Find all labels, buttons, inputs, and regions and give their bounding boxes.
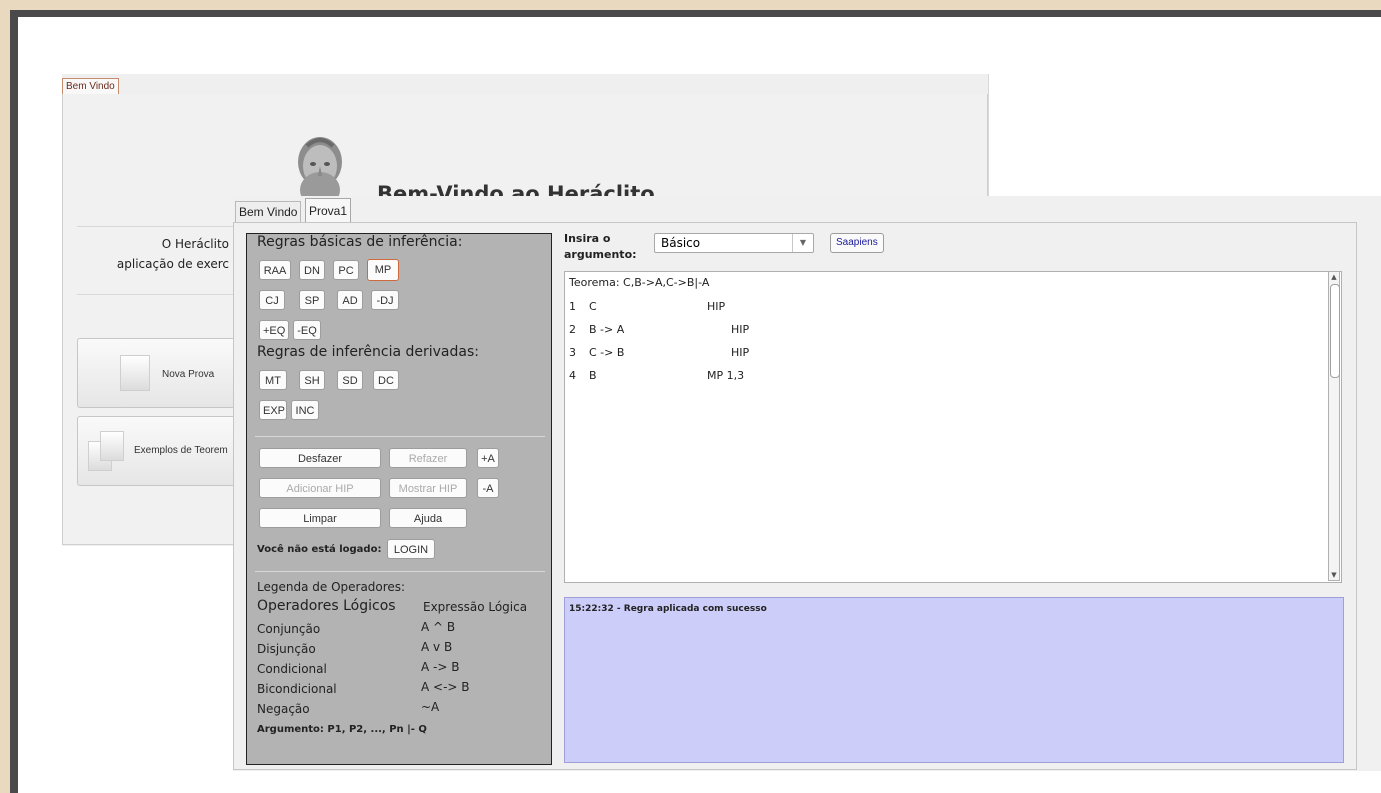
login-status: Você não está logado: bbox=[257, 544, 382, 555]
rule-inc-button[interactable]: INC bbox=[291, 400, 319, 420]
legend-col-expression: Expressão Lógica bbox=[423, 600, 528, 614]
basic-rules-heading: Regras básicas de inferência: bbox=[257, 234, 463, 250]
proof-line-rule: HIP bbox=[731, 346, 750, 359]
frame-top bbox=[0, 0, 1381, 10]
proof-scrollbar[interactable]: ▲ ▼ bbox=[1328, 271, 1340, 581]
legend-title: Legenda de Operadores: bbox=[257, 580, 406, 594]
front-tabbar: Bem Vindo Prova1 bbox=[233, 196, 1381, 224]
rule-eq-minus-button[interactable]: -EQ bbox=[293, 320, 321, 340]
proof-line-formula: C bbox=[589, 300, 597, 313]
argument-label: Insira o argumento: bbox=[564, 232, 637, 261]
mode-select[interactable]: Básico ▼ bbox=[654, 233, 814, 253]
operator-expr: A -> B bbox=[421, 660, 460, 674]
rule-sh-button[interactable]: SH bbox=[299, 370, 325, 390]
log-message: 15:22:32 - Regra aplicada com sucesso bbox=[569, 604, 767, 614]
rule-sp-button[interactable]: SP bbox=[299, 290, 325, 310]
rule-exp-button[interactable]: EXP bbox=[259, 400, 287, 420]
proof-line-rule: HIP bbox=[707, 300, 726, 313]
operator-expr: ~A bbox=[421, 700, 440, 714]
rule-eq-plus-button[interactable]: +EQ bbox=[259, 320, 289, 340]
proof-line-rule: MP 1,3 bbox=[707, 369, 745, 382]
proof-line-formula: C -> B bbox=[589, 346, 625, 359]
rule-mp-button[interactable]: MP bbox=[367, 259, 399, 281]
back-tabbar: Bem Vindo bbox=[62, 74, 988, 95]
show-hip-button[interactable]: Mostrar HIP bbox=[389, 478, 467, 498]
add-hip-button[interactable]: Adicionar HIP bbox=[259, 478, 381, 498]
add-premise-button[interactable]: +A bbox=[477, 448, 499, 468]
operator-name: Conjunção bbox=[257, 622, 321, 636]
rule-raa-button[interactable]: RAA bbox=[259, 260, 291, 280]
rule-cj-button[interactable]: CJ bbox=[259, 290, 285, 310]
message-log: 15:22:32 - Regra aplicada com sucesso bbox=[564, 597, 1344, 763]
tab-prova1[interactable]: Prova1 bbox=[305, 198, 352, 224]
help-button[interactable]: Ajuda bbox=[389, 508, 467, 528]
frame-left-dark bbox=[10, 10, 18, 793]
description-line-1: O Heráclito bbox=[161, 237, 229, 251]
rule-dn-button[interactable]: DN bbox=[299, 260, 325, 280]
legend-col-operators: Operadores Lógicos bbox=[257, 598, 396, 614]
proof-line-formula: B -> A bbox=[589, 323, 625, 336]
proof-area[interactable]: Teorema: C,B->A,C->B|-A 1 C HIP 2 B -> A… bbox=[564, 271, 1342, 583]
tab-bem-vindo[interactable]: Bem Vindo bbox=[235, 201, 302, 223]
rule-ad-button[interactable]: AD bbox=[337, 290, 363, 310]
operator-expr: A v B bbox=[421, 640, 453, 654]
derived-rules-heading: Regras de inferência derivadas: bbox=[257, 344, 479, 360]
scroll-down-icon[interactable]: ▼ bbox=[1329, 570, 1339, 580]
rules-panel: Regras básicas de inferência: RAA DN PC … bbox=[246, 233, 552, 765]
document-icon bbox=[120, 355, 150, 391]
rules-divider bbox=[255, 571, 545, 572]
description-line-2: aplicação de exerc bbox=[116, 257, 229, 271]
chevron-down-icon[interactable]: ▼ bbox=[792, 234, 813, 252]
document-icon bbox=[100, 431, 124, 461]
proof-line-formula: B bbox=[589, 369, 597, 382]
rules-divider bbox=[255, 436, 545, 437]
rule-mt-button[interactable]: MT bbox=[259, 370, 287, 390]
operator-name: Condicional bbox=[257, 662, 327, 676]
operator-expr: A <-> B bbox=[421, 680, 470, 694]
operator-name: Disjunção bbox=[257, 642, 316, 656]
login-button[interactable]: LOGIN bbox=[387, 539, 435, 559]
scroll-up-icon[interactable]: ▲ bbox=[1329, 272, 1339, 282]
proof-line-number: 4 bbox=[569, 369, 576, 382]
back-tab-bem-vindo[interactable]: Bem Vindo bbox=[62, 78, 119, 95]
clear-button[interactable]: Limpar bbox=[259, 508, 381, 528]
proof-line-number: 1 bbox=[569, 300, 576, 313]
rule-sd-button[interactable]: SD bbox=[337, 370, 363, 390]
proof-line-number: 2 bbox=[569, 323, 576, 336]
frame-top-dark bbox=[10, 10, 1381, 17]
saapiens-button[interactable]: Saapiens bbox=[830, 233, 884, 253]
mode-select-value: Básico bbox=[661, 236, 701, 250]
exemplos-label: Exemplos de Teorem bbox=[134, 445, 228, 456]
frame-left bbox=[0, 0, 10, 793]
proof-line-rule: HIP bbox=[731, 323, 750, 336]
nova-prova-label: Nova Prova bbox=[162, 369, 215, 380]
undo-button[interactable]: Desfazer bbox=[259, 448, 381, 468]
proof-line-number: 3 bbox=[569, 346, 576, 359]
exemplos-button[interactable]: Exemplos de Teorem bbox=[77, 416, 249, 486]
nova-prova-button[interactable]: Nova Prova bbox=[77, 338, 249, 408]
operator-name: Negação bbox=[257, 702, 310, 716]
argument-format: Argumento: P1, P2, ..., Pn |- Q bbox=[257, 724, 427, 735]
redo-button[interactable]: Refazer bbox=[389, 448, 467, 468]
rule-dj-minus-button[interactable]: -DJ bbox=[371, 290, 399, 310]
theorem-text: Teorema: C,B->A,C->B|-A bbox=[569, 276, 710, 289]
operator-expr: A ^ B bbox=[421, 620, 456, 634]
remove-premise-button[interactable]: -A bbox=[477, 478, 499, 498]
rule-pc-button[interactable]: PC bbox=[333, 260, 359, 280]
rule-dc-button[interactable]: DC bbox=[373, 370, 399, 390]
scroll-thumb[interactable] bbox=[1330, 284, 1340, 378]
front-window: Bem Vindo Prova1 Regras básicas de infer… bbox=[233, 196, 1381, 771]
operator-name: Bicondicional bbox=[257, 682, 337, 696]
proof-panel: Regras básicas de inferência: RAA DN PC … bbox=[233, 223, 1357, 770]
